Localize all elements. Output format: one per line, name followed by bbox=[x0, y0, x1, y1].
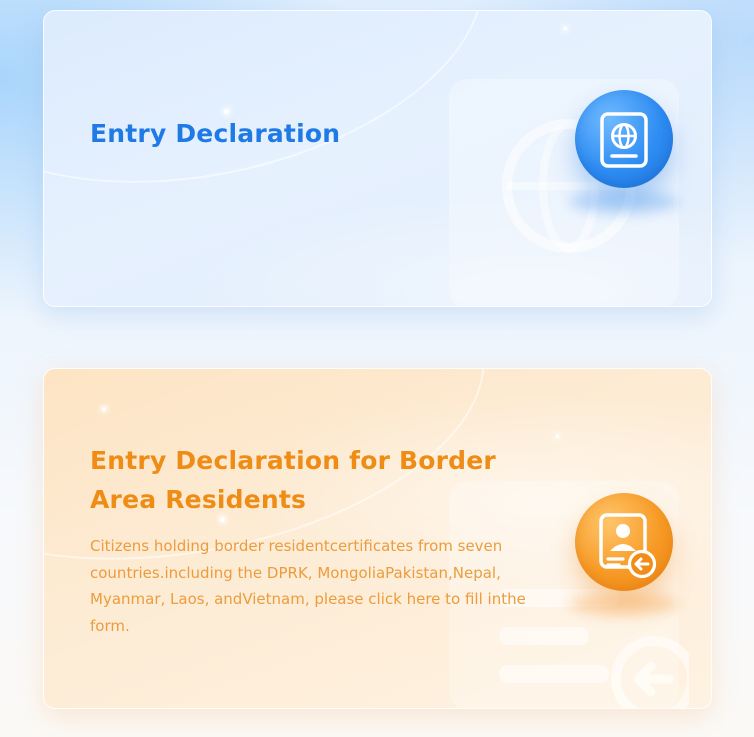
border-residents-description: Citizens holding border residentcertific… bbox=[90, 537, 526, 635]
sparkle bbox=[564, 27, 567, 30]
sparkle bbox=[102, 407, 106, 411]
entry-declaration-card[interactable]: Entry Declaration bbox=[43, 10, 712, 307]
sparkle bbox=[556, 435, 559, 438]
sparkle bbox=[224, 109, 229, 114]
border-residents-title: Entry Declaration for Border Area Reside… bbox=[90, 446, 496, 514]
border-residents-declaration-card[interactable]: Entry Declaration for Border Area Reside… bbox=[43, 368, 712, 709]
badge-shadow bbox=[569, 593, 679, 615]
entry-declaration-title: Entry Declaration bbox=[90, 119, 341, 148]
badge-shadow bbox=[569, 191, 679, 213]
resident-id-card-icon bbox=[575, 493, 673, 591]
passport-globe-icon bbox=[575, 90, 673, 188]
